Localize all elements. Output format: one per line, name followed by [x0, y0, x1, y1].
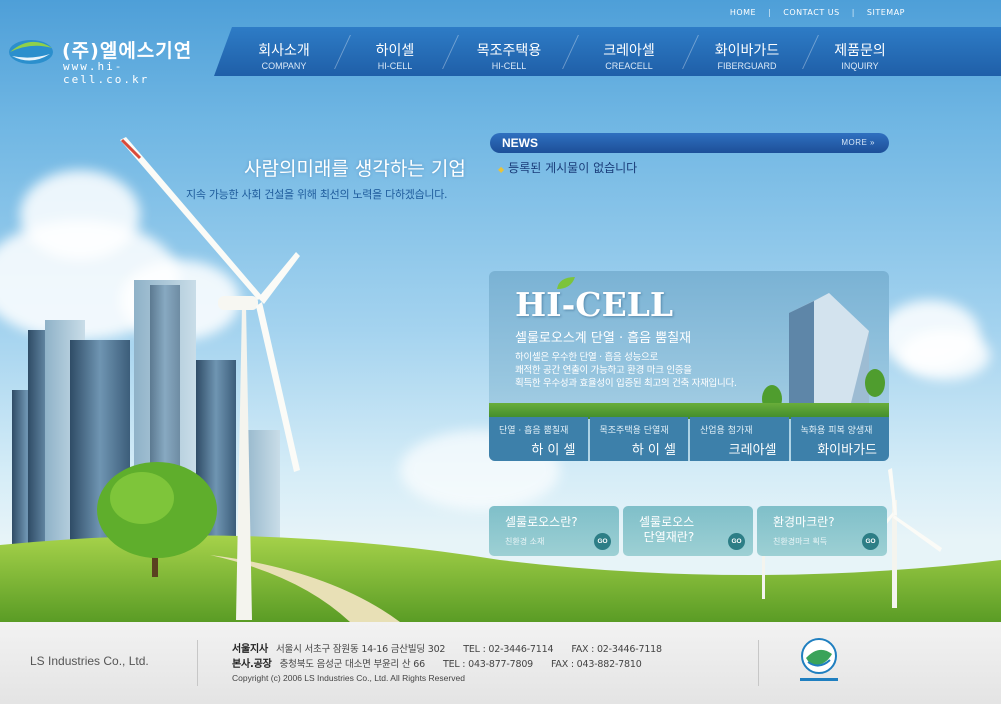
slogan-title: 사람의미래를 생각하는 기업: [244, 158, 466, 180]
go-icon[interactable]: GO: [862, 533, 879, 550]
footer-divider: [197, 640, 198, 686]
go-icon[interactable]: GO: [728, 533, 745, 550]
promo-desc-line: 쾌적한 공간 연출이 가능하고 환경 마크 인증을: [515, 365, 692, 376]
product-tab-sub: 단열 · 흡음 뿜칠재: [499, 426, 569, 436]
go-icon[interactable]: GO: [594, 533, 611, 550]
cellulose-info-button[interactable]: 셀룰로오스란? 친환경 소재 GO: [489, 506, 619, 556]
info-button-subtitle: 친환경마크 획득: [773, 537, 828, 546]
nav-label: 제품문의: [834, 43, 886, 59]
home-link[interactable]: HOME: [730, 8, 756, 17]
address-label: 서울지사: [232, 644, 268, 655]
news-header: NEWS MORE »: [490, 133, 889, 153]
product-tab-name: 하 이 셀: [531, 443, 576, 458]
nav-label: 하이셀: [375, 43, 415, 59]
site-url: www.hi-cell.co.kr: [63, 60, 150, 86]
factory-address: 본사.공장 충청북도 음성군 대소면 부윤리 산 66 TEL : 043-877-…: [232, 655, 642, 670]
nav-divider: [682, 35, 699, 69]
nav-sublabel: INQUIRY: [841, 61, 879, 71]
seoul-branch-address: 서울지사 서울시 서초구 잠원동 14-16 금산빌딩 302 TEL : 02-3…: [232, 640, 662, 655]
product-tab-sub: 산업용 첨가재: [700, 426, 753, 436]
company-name: (주)엘에스기연: [62, 40, 193, 62]
nav-sublabel: HI-CELL: [491, 61, 527, 71]
phone-number: TEL : 043-877-7809: [442, 659, 534, 670]
product-tab-sub: 녹화용 피복 양생재: [800, 426, 873, 436]
slogan-subtitle: 지속 가능한 사회 건설을 위해 최선의 노력을 다하겠습니다.: [186, 188, 448, 201]
news-more-link[interactable]: MORE »: [841, 138, 875, 147]
nav-label: 크레아셀: [603, 43, 655, 59]
product-tab-fiberguard[interactable]: 녹화용 피복 양생재 화이바가드: [790, 417, 889, 461]
address-label: 본사.공장: [232, 659, 272, 670]
site-footer: LS Industries Co., Ltd. 서울지사 서울시 서초구 잠원동 …: [0, 622, 1001, 704]
info-button-title: 환경마크란?: [773, 515, 835, 529]
footer-divider: [758, 640, 759, 686]
product-tabs: 단열 · 흡음 뿜칠재 하 이 셀 목조주택용 단열재 하 이 셀 산업용 첨가…: [489, 417, 889, 461]
promo-desc-line: 획득한 우수성과 효율성이 입증된 최고의 건축 자재입니다.: [515, 378, 737, 389]
promo-description: 하이셀은 우수한 단열 · 흡음 성능으로 쾌적한 공간 연출이 가능하고 환경…: [515, 351, 737, 390]
info-button-subtitle: 친환경 소재: [505, 537, 545, 546]
top-utility-links: HOME | CONTACT US | SITEMAP: [730, 8, 905, 17]
bullet-icon: ◆: [498, 165, 505, 174]
eco-certification-mark-icon: [800, 638, 838, 681]
phone-number: TEL : 02-3446-7114: [463, 644, 554, 655]
news-empty-item: ◆ 등록된 게시물이 없습니다: [498, 159, 637, 176]
product-tab-creacell[interactable]: 산업용 첨가재 크레아셀: [690, 417, 789, 461]
promo-desc-line: 하이셀은 우수한 단열 · 흡음 성능으로: [515, 352, 658, 363]
cellulose-insulation-info-button[interactable]: 셀룰로오스 단열재란? GO: [623, 506, 753, 556]
nav-label: 목조주택용: [476, 43, 542, 59]
copyright-text: Copyright (c) 2006 LS Industries Co., Lt…: [232, 673, 465, 683]
nav-sublabel: HI-CELL: [377, 61, 413, 71]
contact-us-link[interactable]: CONTACT US: [783, 8, 839, 17]
nav-item-wood-house[interactable]: 목조주택용 HI-CELL: [464, 27, 554, 76]
footer-company-name: LS Industries Co., Ltd.: [30, 654, 149, 668]
eco-mark-info-button[interactable]: 환경마크란? 친환경마크 획득 GO: [757, 506, 887, 556]
fax-number: FAX : 043-882-7810: [551, 659, 642, 670]
nav-divider: [442, 35, 459, 69]
nav-sublabel: CREACELL: [605, 61, 653, 71]
product-tab-sub: 목조주택용 단열재: [599, 426, 669, 436]
nav-divider: [562, 35, 579, 69]
sitemap-link[interactable]: SITEMAP: [867, 8, 905, 17]
promo-logo-text: HI-CELL: [515, 285, 674, 324]
product-tab-name: 크레아셀: [728, 443, 777, 458]
link-separator: |: [768, 8, 772, 17]
address-text: 서울시 서초구 잠원동 14-16 금산빌딩 302: [276, 644, 446, 655]
nav-sublabel: COMPANY: [261, 61, 307, 71]
nav-item-inquiry[interactable]: 제품문의 INQUIRY: [818, 27, 902, 76]
info-button-title: 셀룰로오스 단열재란?: [639, 515, 695, 544]
address-text: 충청북도 음성군 대소면 부윤리 산 66: [279, 659, 426, 670]
product-tab-name: 하 이 셀: [631, 443, 676, 458]
nav-item-hicell[interactable]: 하이셀 HI-CELL: [354, 27, 436, 76]
nav-item-fiberguard[interactable]: 화이바가드 FIBERGUARD: [700, 27, 794, 76]
fax-number: FAX : 02-3446-7118: [571, 644, 662, 655]
product-tab-hicell[interactable]: 단열 · 흡음 뿜칠재 하 이 셀: [489, 417, 588, 461]
news-title: NEWS: [502, 136, 538, 150]
nav-item-company[interactable]: 회사소개 COMPANY: [234, 27, 334, 76]
main-navigation: 회사소개 COMPANY 하이셀 HI-CELL 목조주택용 HI-CELL 크…: [214, 27, 1001, 76]
promo-heading: 셀룰로오스계 단열 · 흡음 뿜칠재: [515, 331, 692, 346]
product-tab-name: 화이바가드: [817, 443, 877, 458]
nav-label: 화이바가드: [714, 43, 780, 59]
news-empty-text: 등록된 게시물이 없습니다: [508, 161, 638, 175]
nav-label: 회사소개: [258, 43, 310, 59]
product-tab-hicell-wood[interactable]: 목조주택용 단열재 하 이 셀: [589, 417, 688, 461]
leaf-logo-icon: [9, 40, 53, 64]
hicell-promo-banner[interactable]: HI-CELL 셀룰로오스계 단열 · 흡음 뿜칠재 하이셀은 우수한 단열 ·…: [489, 271, 889, 461]
site-logo[interactable]: (주)엘에스기연 www.hi-cell.co.kr: [8, 32, 208, 86]
nav-divider: [334, 35, 351, 69]
nav-divider: [802, 35, 819, 69]
info-button-title: 셀룰로오스란?: [505, 515, 578, 529]
nav-sublabel: FIBERGUARD: [717, 61, 777, 71]
link-separator: |: [851, 8, 855, 17]
nav-item-creacell[interactable]: 크레아셀 CREACELL: [582, 27, 676, 76]
